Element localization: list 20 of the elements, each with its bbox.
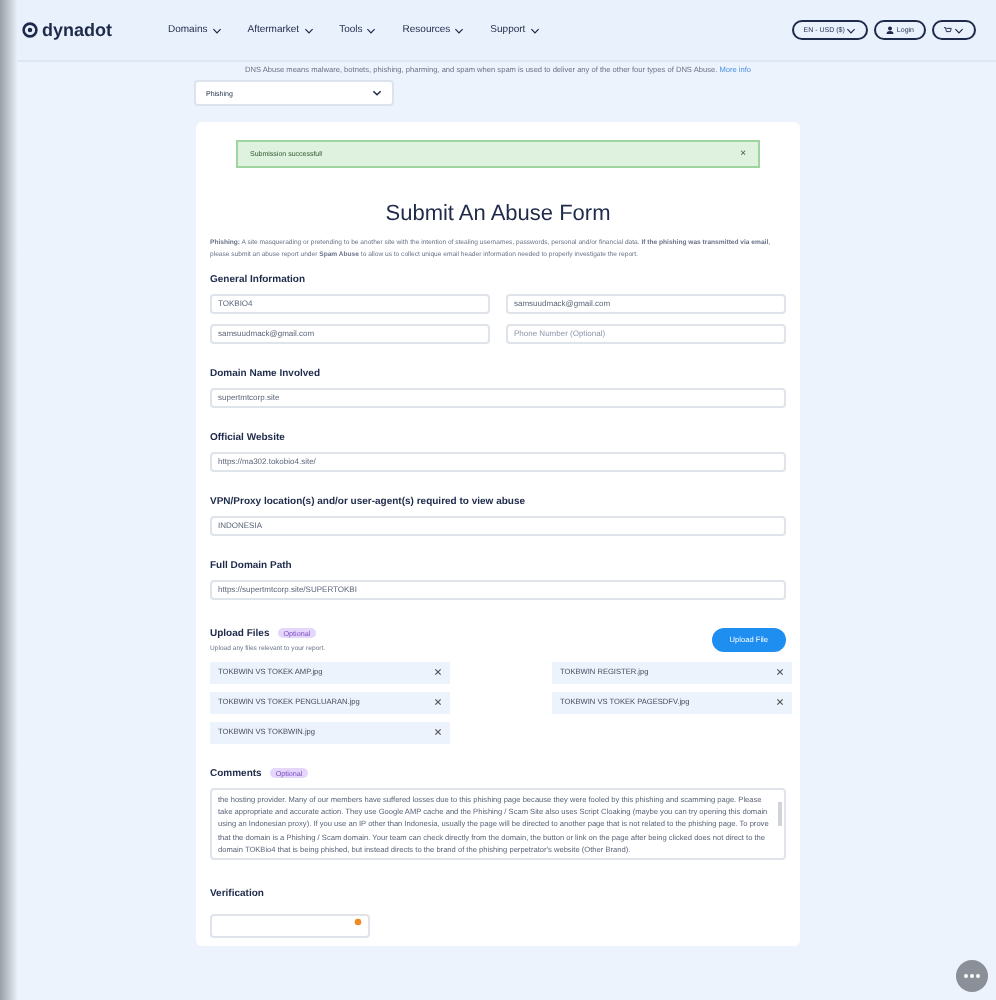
remove-icon[interactable]: [776, 698, 784, 707]
chevron-down-icon: [529, 27, 540, 33]
chevron-down-icon: [211, 27, 222, 33]
chevron-down-icon: [366, 27, 377, 33]
chevron-down-icon: [303, 27, 314, 33]
remove-icon[interactable]: [434, 698, 442, 707]
user-icon: [886, 26, 895, 34]
form-title: Submit An Abuse Form: [383, 202, 613, 226]
remove-icon[interactable]: [776, 668, 784, 677]
cart-button[interactable]: [932, 20, 976, 40]
dynadot-logo[interactable]: dynadot: [22, 20, 112, 40]
chevron-down-icon: [454, 27, 465, 33]
remove-icon[interactable]: [434, 728, 442, 737]
chevron-down-icon: [954, 27, 964, 33]
remove-icon[interactable]: [434, 668, 442, 677]
chat-icon[interactable]: [956, 960, 988, 992]
cart-icon: [944, 26, 952, 34]
chevron-down-icon: [372, 90, 382, 96]
chevron-down-icon: [846, 27, 857, 33]
circle-icon: [354, 917, 362, 926]
